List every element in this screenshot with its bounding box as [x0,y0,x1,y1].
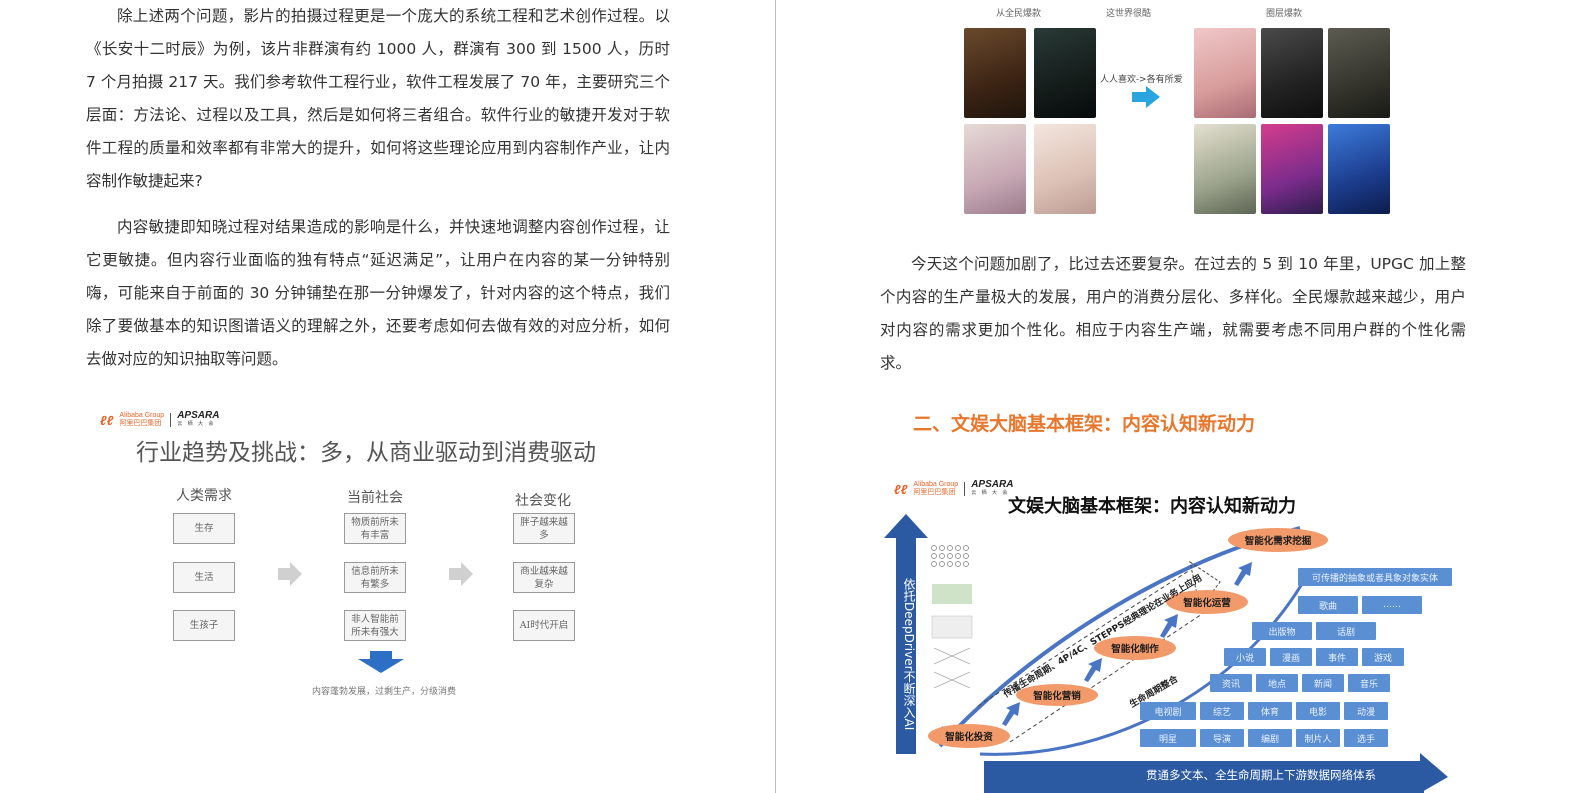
vertical-bar-label: 依托DeepDriver不断深入AI [902,578,916,731]
society-box: 信息前所未有繁多 [344,562,406,593]
entity-block: 体育 [1248,702,1292,720]
society-box: 物质前所未有丰富 [344,513,406,544]
drama-poster [1034,28,1096,118]
body-paragraph: 内容敏捷即知晓过程对结果造成的影响是什么，并快速地调整内容创作过程，让它更敏捷。… [86,218,670,368]
slide-caption: 内容蓬勃发展，过剩生产，分级消费 [312,687,457,697]
poster-label: 这世界很酷 [1106,9,1152,19]
right-page: 从全民爆款 这世界很酷 圈层爆款 人人喜欢->各有所爱 今天这个问题加剧了，比过… [776,0,1587,793]
arrow-up-right-icon [1002,702,1020,726]
arrow-label: 人人喜欢->各有所爱 [1100,75,1183,85]
entity-block: 小说 [1224,648,1266,666]
show-poster [1261,28,1323,118]
entity-block: 明星 [1140,729,1196,747]
entity-block: …… [1362,596,1422,614]
entity-block: 综艺 [1200,702,1244,720]
arrow-up-right-icon [1084,658,1102,682]
arrow-right-icon [1132,86,1160,108]
entity-block: 电影 [1296,702,1340,720]
entity-block: 音乐 [1348,674,1390,692]
arrow-up-right-icon [1160,614,1178,638]
poster-label: 从全民爆款 [996,9,1042,19]
show-poster [1194,124,1256,214]
framework-slide-image: ℓℓ Alibaba Group 阿里巴巴集团 APSARA 云 栖 大 会 文娱大… [880,470,1480,793]
drama-poster [964,124,1026,214]
entity-block: 话剧 [1316,622,1376,640]
bottom-bar-label: 贯通多文本、全生命周期上下游数据网络体系 [1146,768,1376,782]
stage-oval: 智能化投资 [928,724,1010,748]
society-box: 非人智能前所未有强大 [344,610,406,641]
left-page: 除上述两个问题，影片的拍摄过程更是一个庞大的系统工程和艺术创作过程。以《长安十二… [0,0,775,793]
need-box: 生孩子 [173,610,235,641]
column-header: 社会变化 [515,493,571,509]
drama-poster [964,28,1026,118]
entity-block: 动漫 [1344,702,1388,720]
need-box: 生存 [173,513,235,544]
entity-block: 歌曲 [1298,596,1358,614]
entity-block: 资讯 [1210,674,1252,692]
poster-comparison-figure: 从全民爆款 这世界很酷 圈层爆款 人人喜欢->各有所爱 [956,0,1390,222]
entity-block: 地点 [1256,674,1298,692]
change-box: AI时代开启 [513,610,575,641]
change-box: 胖子越来越多 [513,513,575,544]
entity-block: 漫画 [1270,648,1312,666]
alibaba-apsara-logo: ℓℓ Alibaba Group 阿里巴巴集团 APSARA 云 栖 大 会 [100,410,220,428]
show-poster [1328,28,1390,118]
trend-slide-image: ℓℓ Alibaba Group 阿里巴巴集团 APSARA 云 栖 大 会 行业趋… [96,405,696,705]
entity-block: 出版物 [1252,622,1312,640]
show-poster [1261,124,1323,214]
entity-block: 制片人 [1296,729,1340,747]
column-header: 人类需求 [176,488,232,504]
drama-poster [1034,124,1096,214]
entity-block: 新闻 [1302,674,1344,692]
slide-title: 行业趋势及挑战：多，从商业驱动到消费驱动 [136,440,596,466]
change-box: 商业越来越复杂 [513,562,575,593]
neural-network-icons [931,545,973,689]
entity-block: 导演 [1200,729,1244,747]
entity-block: 选手 [1344,729,1388,747]
show-poster [1194,28,1256,118]
column-header: 当前社会 [347,490,403,506]
arrow-down-icon [358,651,404,673]
entity-block: 电视剧 [1140,702,1196,720]
entity-block: 游戏 [1362,648,1404,666]
poster-label: 圈层爆款 [1266,9,1303,19]
entity-block: 可传播的抽象或者具象对象实体 [1298,568,1452,586]
arrow-up-right-icon [1234,562,1252,586]
entity-block: 编剧 [1248,729,1292,747]
stage-oval: 智能化需求挖掘 [1228,528,1328,552]
need-box: 生活 [173,562,235,593]
show-poster [1328,124,1390,214]
alibaba-apsara-logo: ℓℓ Alibaba Group 阿里巴巴集团 APSARA 云 栖 大 会 [894,479,1014,497]
body-paragraph: 今天这个问题加剧了，比过去还要复杂。在过去的 5 到 10 年里，UPGC 加上… [880,255,1466,372]
body-paragraph: 除上述两个问题，影片的拍摄过程更是一个庞大的系统工程和艺术创作过程。以《长安十二… [86,7,670,190]
section-heading: 二、文娱大脑基本框架：内容认知新动力 [913,413,1256,435]
entity-block: 事件 [1316,648,1358,666]
